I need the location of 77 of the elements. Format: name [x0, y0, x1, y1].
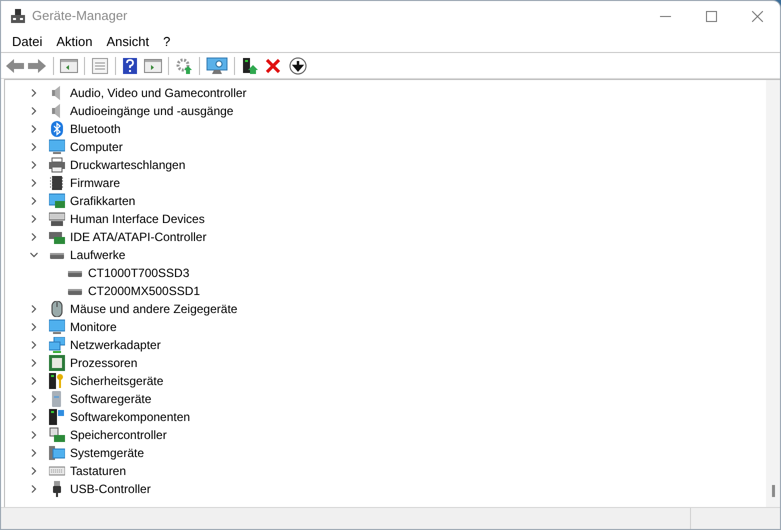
- window-title: Geräte-Manager: [32, 7, 128, 26]
- expand-chevron-icon[interactable]: [29, 412, 39, 422]
- help-icon[interactable]: [122, 56, 138, 74]
- tree-item[interactable]: Human Interface Devices: [69, 210, 206, 228]
- window-play-icon[interactable]: [144, 58, 162, 74]
- download-icon[interactable]: [289, 56, 307, 74]
- tree-item[interactable]: Softwarekomponenten: [69, 408, 192, 426]
- monitor-icon: [49, 139, 65, 155]
- tree-item[interactable]: Audio, Video und Gamecontroller: [69, 84, 248, 102]
- expand-chevron-icon[interactable]: [29, 142, 39, 152]
- bluetooth-icon: [49, 121, 65, 137]
- tree-item[interactable]: Druckwarteschlangen: [69, 156, 186, 174]
- printer-icon: [49, 157, 65, 173]
- controller-card-icon: [49, 229, 65, 245]
- scrollbar[interactable]: [766, 80, 780, 507]
- expand-chevron-icon[interactable]: [29, 394, 39, 404]
- tree-item[interactable]: Prozessoren: [69, 354, 138, 372]
- close-icon: [752, 10, 762, 22]
- tree-item[interactable]: USB-Controller: [69, 480, 152, 498]
- expand-chevron-icon[interactable]: [29, 322, 39, 332]
- expand-chevron-icon[interactable]: [29, 124, 39, 134]
- graphics-card-icon: [49, 193, 65, 209]
- monitor-search-icon[interactable]: [206, 56, 228, 74]
- tree-item[interactable]: Mäuse und andere Zeigegeräte: [69, 300, 238, 318]
- tree-item[interactable]: Bluetooth: [69, 120, 122, 138]
- device-update-icon[interactable]: [241, 56, 259, 74]
- tree-item[interactable]: Softwaregeräte: [69, 390, 152, 408]
- expand-chevron-icon[interactable]: [29, 484, 39, 494]
- expand-chevron-icon[interactable]: [29, 466, 39, 476]
- gear-update-icon[interactable]: [175, 56, 193, 74]
- collapse-chevron-icon[interactable]: [29, 250, 39, 260]
- expand-chevron-icon[interactable]: [29, 376, 39, 386]
- app-icon: [10, 8, 26, 24]
- tree-item[interactable]: Audioeingänge und -ausgänge: [69, 102, 234, 120]
- tree-item[interactable]: Grafikkarten: [69, 192, 136, 210]
- menu-item[interactable]: ?: [156, 32, 178, 52]
- tree-item[interactable]: Computer: [69, 138, 124, 156]
- expand-chevron-icon[interactable]: [29, 232, 39, 242]
- back-arrow-icon[interactable]: [5, 58, 25, 74]
- expand-chevron-icon[interactable]: [29, 430, 39, 440]
- document-list-icon[interactable]: [91, 56, 109, 74]
- maximize-icon: [706, 10, 716, 22]
- tree-item[interactable]: Laufwerke: [69, 246, 126, 264]
- storage-controller-icon: [49, 427, 65, 443]
- window-panel-icon[interactable]: [60, 58, 78, 74]
- delete-icon[interactable]: [265, 58, 281, 74]
- tree-item[interactable]: Netzwerkadapter: [69, 336, 162, 354]
- tree-item[interactable]: Monitore: [69, 318, 118, 336]
- expand-chevron-icon[interactable]: [29, 214, 39, 224]
- tower-key-icon: [49, 373, 65, 389]
- menu-item[interactable]: Ansicht: [100, 32, 156, 52]
- tree-item[interactable]: IDE ATA/ATAPI-Controller: [69, 228, 208, 246]
- expand-chevron-icon[interactable]: [29, 448, 39, 458]
- tree-item[interactable]: CT2000MX500SSD1: [87, 282, 202, 300]
- forward-arrow-icon[interactable]: [27, 58, 47, 74]
- tree-item[interactable]: Speichercontroller: [69, 426, 168, 444]
- expand-chevron-icon[interactable]: [29, 88, 39, 98]
- tree-item[interactable]: Sicherheitsgeräte: [69, 372, 164, 390]
- mouse-icon: [49, 301, 65, 317]
- chip-icon: [49, 175, 65, 191]
- expand-chevron-icon[interactable]: [29, 358, 39, 368]
- expand-chevron-icon[interactable]: [29, 196, 39, 206]
- processor-icon: [49, 355, 65, 371]
- network-icon: [49, 337, 65, 353]
- system-monitor-icon: [49, 445, 65, 461]
- expand-chevron-icon[interactable]: [29, 304, 39, 314]
- tree-item[interactable]: Tastaturen: [69, 462, 128, 480]
- expand-chevron-icon[interactable]: [29, 340, 39, 350]
- tree-item[interactable]: Systemgeräte: [69, 444, 146, 462]
- menu-item[interactable]: Aktion: [49, 32, 100, 52]
- tree-item[interactable]: Firmware: [69, 174, 121, 192]
- monitor-icon: [49, 319, 65, 335]
- expand-chevron-icon[interactable]: [29, 160, 39, 170]
- menu-item[interactable]: Datei: [5, 32, 50, 52]
- expand-chevron-icon[interactable]: [29, 106, 39, 116]
- expand-chevron-icon[interactable]: [29, 178, 39, 188]
- tree-item[interactable]: CT1000T700SSD3: [87, 264, 190, 282]
